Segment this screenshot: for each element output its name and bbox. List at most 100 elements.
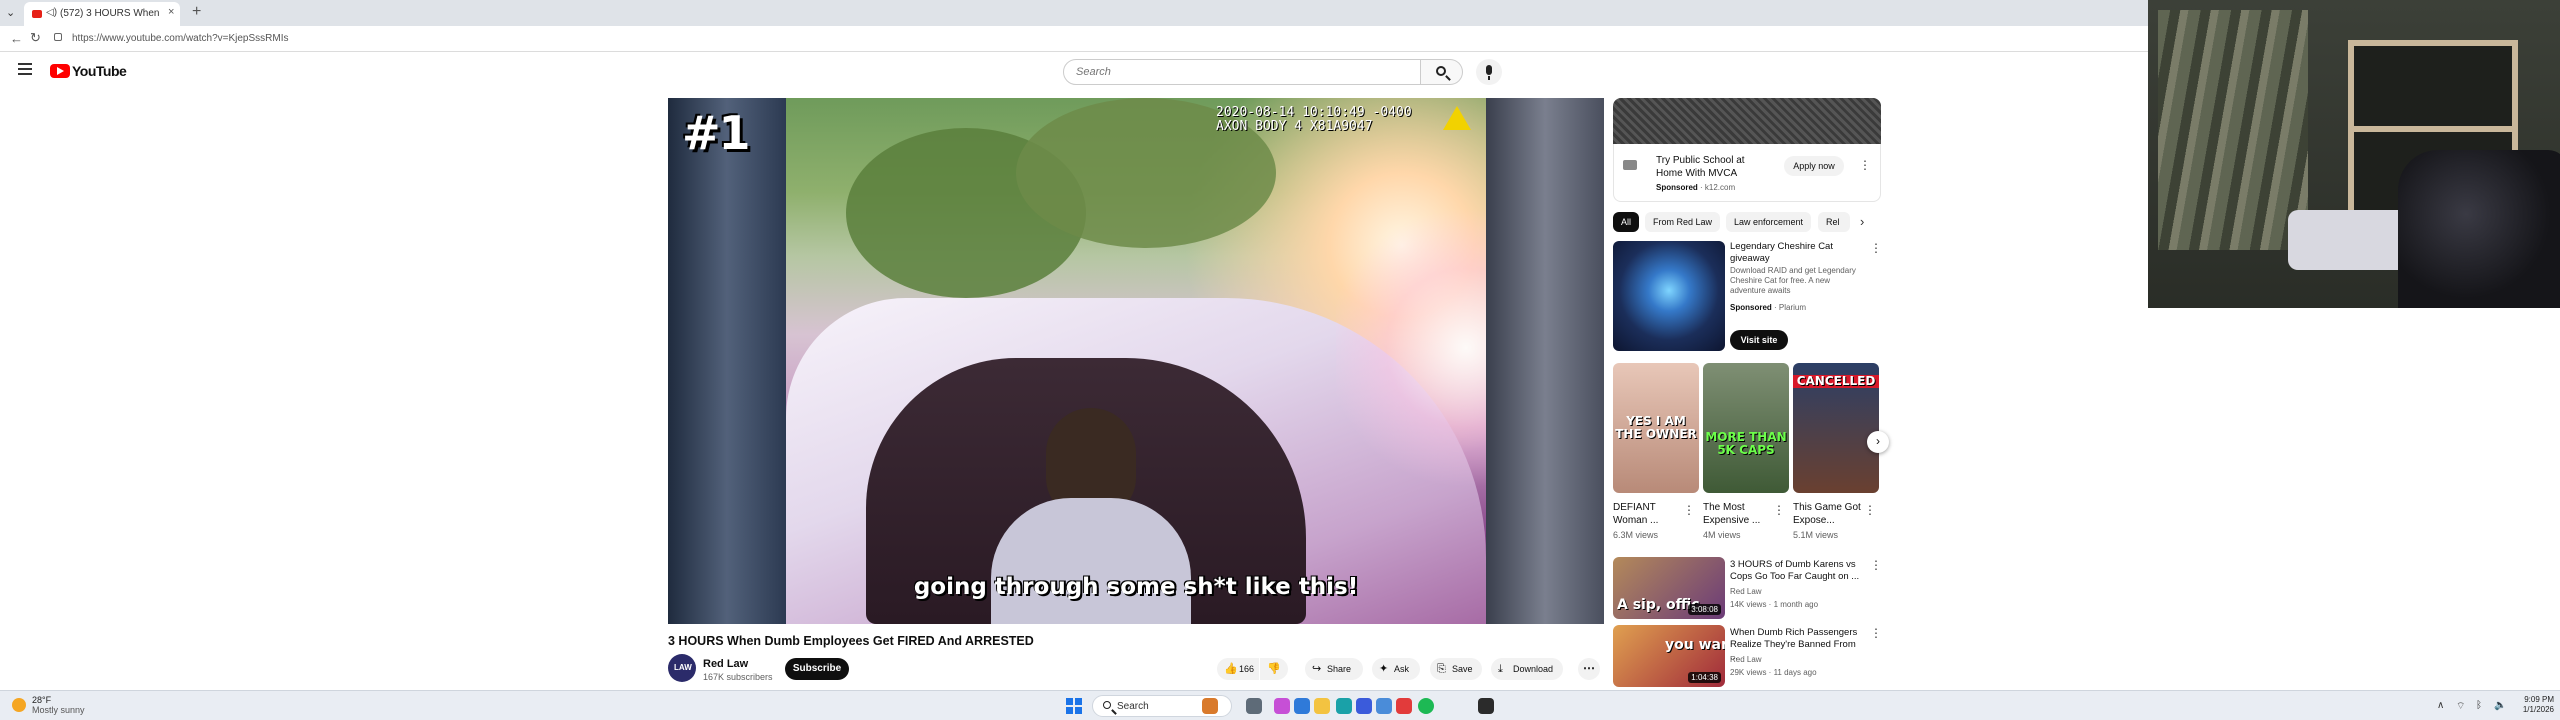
- tray-chevron-icon[interactable]: ∧: [2437, 700, 2444, 711]
- clock-date: 1/1/2026: [2522, 705, 2554, 714]
- weather-temperature: 28°F: [32, 695, 52, 705]
- more-icon[interactable]: ⋯: [1578, 658, 1600, 680]
- bluetooth-icon[interactable]: ᛒ: [2476, 700, 2482, 711]
- edge-icon[interactable]: [1336, 698, 1352, 714]
- url-field[interactable]: https://www.youtube.com/watch?v=KjepSssR…: [72, 33, 288, 44]
- youtube-logo-icon[interactable]: [50, 64, 70, 78]
- short-more-icon[interactable]: ⋮: [1683, 503, 1695, 517]
- tab-title: (572) 3 HOURS When Dumb: [60, 8, 160, 19]
- ask-label: Ask: [1394, 664, 1410, 674]
- speaker-icon[interactable]: ◁): [46, 7, 57, 18]
- like-button[interactable]: 👍 166: [1217, 658, 1259, 680]
- youtube-favicon-icon: [32, 10, 42, 18]
- back-icon[interactable]: ←: [10, 31, 23, 46]
- download-button[interactable]: ⤓ Download: [1491, 658, 1563, 680]
- tab-list-icon[interactable]: ⌄: [6, 6, 15, 19]
- subscribe-button[interactable]: Subscribe: [785, 658, 849, 680]
- short-title[interactable]: DEFIANT Woman ...: [1613, 501, 1683, 527]
- ad-logo-icon: [1623, 160, 1637, 170]
- share-button[interactable]: ↪ Share: [1305, 658, 1363, 680]
- weather-widget[interactable]: 28°F Mostly sunny: [32, 695, 85, 715]
- search-input[interactable]: [1076, 66, 1376, 78]
- ask-button[interactable]: ✦ Ask: [1372, 658, 1420, 680]
- video-player[interactable]: #1 2020-08-14 10:10:49 -0400 AXON BODY 4…: [668, 98, 1604, 624]
- reload-icon[interactable]: ↻: [30, 30, 41, 46]
- short-more-icon[interactable]: ⋮: [1864, 503, 1876, 517]
- network-icon[interactable]: ⌔: [2456, 700, 2465, 713]
- related-title[interactable]: 3 HOURS of Dumb Karens vs Cops Go Too Fa…: [1730, 559, 1860, 583]
- browser-tab-active[interactable]: ◁) (572) 3 HOURS When Dumb ×: [24, 2, 180, 26]
- chrome-icon[interactable]: [1396, 698, 1412, 714]
- related-more-icon[interactable]: ⋮: [1870, 558, 1882, 572]
- chip-law-enforcement[interactable]: Law enforcement: [1726, 212, 1812, 232]
- new-tab-button[interactable]: +: [192, 3, 201, 21]
- short-views: 4M views: [1703, 530, 1741, 540]
- short-title[interactable]: The Most Expensive ...: [1703, 501, 1773, 527]
- short-thumbnail[interactable]: CANCELLED: [1793, 363, 1879, 493]
- menu-icon[interactable]: [18, 63, 32, 75]
- visit-site-button[interactable]: Visit site: [1730, 330, 1788, 350]
- clock[interactable]: 9:09 PM 1/1/2026: [2522, 695, 2554, 715]
- discord-icon[interactable]: [1376, 698, 1392, 714]
- windows-start-icon[interactable]: [1066, 698, 1082, 714]
- short-more-icon[interactable]: ⋮: [1773, 503, 1785, 517]
- mail-icon[interactable]: [1294, 698, 1310, 714]
- video-title: 3 HOURS When Dumb Employees Get FIRED An…: [668, 634, 1034, 648]
- short-thumbnail[interactable]: MORE THAN 5K CAPS: [1703, 363, 1789, 493]
- chip-from-red-law[interactable]: From Red Law: [1645, 212, 1721, 232]
- shorts-next-icon[interactable]: ›: [1867, 431, 1889, 453]
- save-button[interactable]: ⎘ Save: [1430, 658, 1482, 680]
- related-channel[interactable]: Red Law: [1730, 655, 1762, 664]
- ad-domain: k12.com: [1704, 183, 1736, 192]
- file-explorer-icon[interactable]: [1314, 698, 1330, 714]
- subscriber-count: 167K subscribers: [703, 672, 773, 682]
- search-button[interactable]: [1421, 59, 1463, 85]
- short-thumbnail[interactable]: YES I AM THE OWNER: [1613, 363, 1699, 493]
- related-channel[interactable]: Red Law: [1730, 587, 1762, 596]
- ad-more-icon[interactable]: ⋮: [1859, 158, 1871, 172]
- tab-close-icon[interactable]: ×: [168, 6, 174, 18]
- download-label: Download: [1513, 664, 1554, 674]
- related-meta: 29K views · 11 days ago: [1730, 668, 1817, 677]
- promo-thumbnail[interactable]: [1613, 241, 1725, 351]
- channel-name[interactable]: Red Law: [703, 658, 748, 670]
- ad-title[interactable]: Try Public School at Home With MVCA: [1656, 154, 1766, 180]
- spotify-icon[interactable]: [1418, 698, 1434, 714]
- youtube-wordmark[interactable]: YouTube: [72, 63, 127, 79]
- taskbar-search-icon: [1103, 701, 1111, 709]
- video-frame: [786, 98, 1486, 624]
- chip-all[interactable]: All: [1613, 212, 1640, 232]
- save-label: Save: [1452, 664, 1473, 674]
- apply-now-button[interactable]: Apply now: [1784, 156, 1844, 176]
- short-views: 5.1M views: [1793, 530, 1839, 540]
- related-overlay-text: you want: [1665, 637, 1725, 653]
- dislike-button[interactable]: 👎: [1260, 658, 1288, 680]
- chevron-right-icon[interactable]: ›: [1860, 214, 1864, 229]
- related-thumbnail[interactable]: you want 1:04:38: [1613, 625, 1725, 687]
- channel-avatar-text: LAW: [674, 663, 692, 672]
- screen: ⌄ ◁) (572) 3 HOURS When Dumb × + ← ↻ htt…: [0, 0, 2560, 720]
- related-more-icon[interactable]: ⋮: [1870, 626, 1882, 640]
- task-view-icon[interactable]: [1246, 698, 1262, 714]
- obs-icon[interactable]: [1478, 698, 1494, 714]
- search-box[interactable]: [1063, 59, 1421, 85]
- weather-icon[interactable]: [12, 698, 26, 712]
- chip-related[interactable]: Rel: [1818, 212, 1850, 232]
- short-title[interactable]: This Game Got Expose...: [1793, 501, 1863, 527]
- short-overlay-text: YES I AM THE OWNER: [1615, 414, 1697, 441]
- browser-tab-strip: ⌄ ◁) (572) 3 HOURS When Dumb × +: [0, 0, 2148, 26]
- promo-sponsored: Sponsored · Plarium: [1730, 303, 1807, 312]
- store-icon[interactable]: [1356, 698, 1372, 714]
- lock-icon[interactable]: [54, 33, 62, 41]
- ad-banner-image[interactable]: [1613, 98, 1881, 144]
- weather-condition: Mostly sunny: [32, 705, 85, 715]
- mic-icon[interactable]: [1476, 59, 1502, 85]
- related-thumbnail[interactable]: A sip, offic 3:08:08: [1613, 557, 1725, 619]
- speaker-tray-icon[interactable]: 🔈: [2494, 700, 2506, 711]
- copilot-icon[interactable]: [1274, 698, 1290, 714]
- promo-title[interactable]: Legendary Cheshire Cat giveaway: [1730, 241, 1860, 265]
- ad-sponsored: Sponsored · k12.com: [1656, 183, 1736, 192]
- channel-avatar[interactable]: LAW: [668, 654, 696, 682]
- promo-more-icon[interactable]: ⋮: [1870, 241, 1882, 255]
- widget-app-icon[interactable]: [1202, 698, 1218, 714]
